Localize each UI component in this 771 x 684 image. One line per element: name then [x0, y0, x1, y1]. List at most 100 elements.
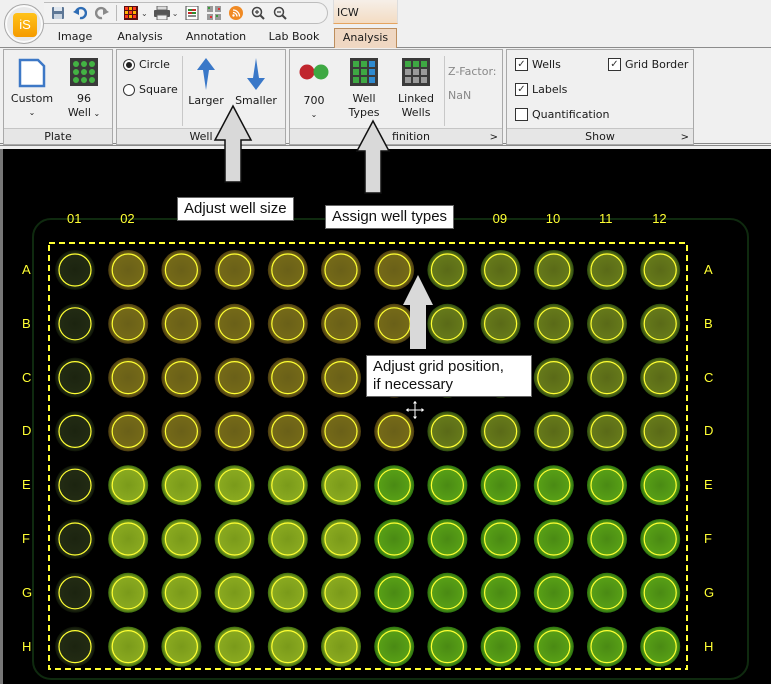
linked-wells-button[interactable]: Linked Wells	[394, 58, 438, 120]
show-quantification-checkbox[interactable]: Quantification	[515, 108, 610, 121]
row-label-left: C	[22, 369, 32, 385]
well-A09	[480, 250, 521, 290]
well-A10	[533, 250, 574, 290]
well-B11	[587, 303, 627, 344]
wells-label: Wells	[532, 58, 561, 71]
chevron-down-icon: ⌄	[90, 109, 101, 118]
move-cursor-icon[interactable]	[404, 399, 426, 421]
well-B06	[321, 303, 361, 344]
callout-arrow-grid-position	[403, 275, 433, 349]
well-D03	[161, 411, 202, 452]
show-wells-checkbox[interactable]: ✓ Wells	[515, 58, 561, 71]
well-B09	[480, 303, 521, 344]
zoom-out-icon[interactable]	[272, 5, 288, 21]
well-C12	[640, 357, 681, 398]
well-G04	[214, 572, 255, 613]
chevron-down-icon[interactable]: ⌄	[141, 9, 148, 18]
well-format-button[interactable]: 96 Well ⌄	[62, 58, 106, 121]
well-H10	[533, 626, 574, 667]
shape-square-radio[interactable]: Square	[123, 83, 178, 96]
well-types-icon	[350, 58, 378, 86]
well-label: Well	[67, 106, 91, 119]
toolbar-separator	[116, 5, 117, 21]
channel-button[interactable]: 700 ⌄	[294, 58, 334, 122]
row-label-left: H	[22, 638, 32, 654]
redo-icon[interactable]	[94, 5, 110, 21]
shape-circle-radio[interactable]: Circle	[123, 58, 170, 71]
custom-plate-button[interactable]: Custom ⌄	[10, 58, 54, 120]
ribbon-group-show: ✓ Wells ✓ Grid Border ✓ Labels Quantific…	[506, 49, 694, 145]
group-title-well: Well	[117, 128, 285, 144]
tab-lab-book[interactable]: Lab Book	[264, 28, 324, 48]
ribbon-group-definition: 700 ⌄ Well Types Linked Wells Z-Factor: …	[289, 49, 503, 145]
tab-annotation[interactable]: Annotation	[182, 28, 250, 48]
save-icon[interactable]	[50, 5, 66, 21]
well-B04	[214, 303, 255, 344]
well-C10	[533, 357, 574, 398]
well-H04	[214, 626, 255, 667]
well-H05	[267, 626, 308, 667]
channel-dots-icon	[299, 64, 329, 80]
row-label-left: D	[22, 423, 32, 439]
well-F12	[640, 519, 681, 559]
report-icon[interactable]	[184, 5, 200, 21]
dialog-launcher-icon[interactable]: >	[490, 132, 498, 143]
zoom-in-icon[interactable]	[250, 5, 266, 21]
well-H03	[161, 626, 202, 667]
row-label-left: F	[22, 531, 30, 546]
well-B02	[108, 303, 149, 344]
well-G06	[321, 572, 361, 613]
callout-arrow-well-size	[213, 104, 253, 183]
well-types-line2: Types	[348, 106, 380, 119]
show-labels-checkbox[interactable]: ✓ Labels	[515, 83, 567, 96]
row-label-right: A	[704, 262, 713, 277]
well-C04	[214, 357, 255, 398]
show-grid-border-checkbox[interactable]: ✓ Grid Border	[608, 58, 688, 71]
well-B12	[640, 303, 681, 344]
square-label: Square	[139, 83, 178, 96]
well-D06	[321, 411, 361, 452]
well-C05	[267, 357, 308, 398]
well-C03	[161, 357, 202, 398]
linked-wells-line2: Wells	[401, 106, 431, 119]
well-G09	[480, 572, 521, 613]
column-label: 02	[120, 211, 135, 226]
well-types-button[interactable]: Well Types	[342, 58, 386, 120]
larger-button[interactable]: Larger	[185, 58, 227, 108]
well-G10	[533, 572, 574, 613]
linked-wells-line1: Linked	[398, 92, 434, 105]
row-label-left: G	[22, 584, 33, 600]
well-F09	[480, 519, 521, 559]
print-icon[interactable]	[153, 5, 170, 21]
row-label-left: E	[22, 477, 31, 493]
smaller-button[interactable]: Smaller	[233, 58, 279, 108]
heatmap-icon[interactable]	[123, 5, 139, 21]
well-G01	[55, 572, 95, 613]
row-label-right: C	[704, 369, 714, 385]
arrow-down-icon	[247, 58, 265, 90]
group-separator	[182, 56, 183, 126]
chevron-down-icon[interactable]: ⌄	[172, 9, 179, 18]
well-G11	[587, 572, 627, 613]
zfactor-label: Z-Factor:	[448, 65, 497, 78]
well-G03	[161, 572, 202, 613]
well-E10	[533, 465, 574, 506]
undo-icon[interactable]	[72, 5, 88, 21]
well-A02	[108, 250, 149, 290]
well-D04	[214, 411, 255, 452]
zfactor-value: NaN	[448, 89, 472, 102]
well-F05	[267, 519, 308, 559]
chevron-down-icon: ⌄	[310, 110, 318, 119]
well-H06	[321, 626, 361, 667]
plate-image-viewer[interactable]: 01 02 09 10 11 12 A A B B C C D D E E F F G G H H Adjust wel…	[0, 104, 771, 684]
well-F04	[214, 519, 255, 559]
rss-icon[interactable]	[228, 5, 244, 21]
tab-image[interactable]: Image	[52, 28, 98, 48]
well-F07	[374, 519, 415, 559]
grid-layout-icon[interactable]	[206, 5, 222, 21]
tab-analysis[interactable]: Analysis	[112, 28, 168, 48]
tab-icw-analysis[interactable]: Analysis	[334, 28, 397, 48]
well-D08	[427, 411, 468, 452]
well-H08	[427, 626, 468, 667]
dialog-launcher-icon[interactable]: >	[681, 132, 689, 143]
